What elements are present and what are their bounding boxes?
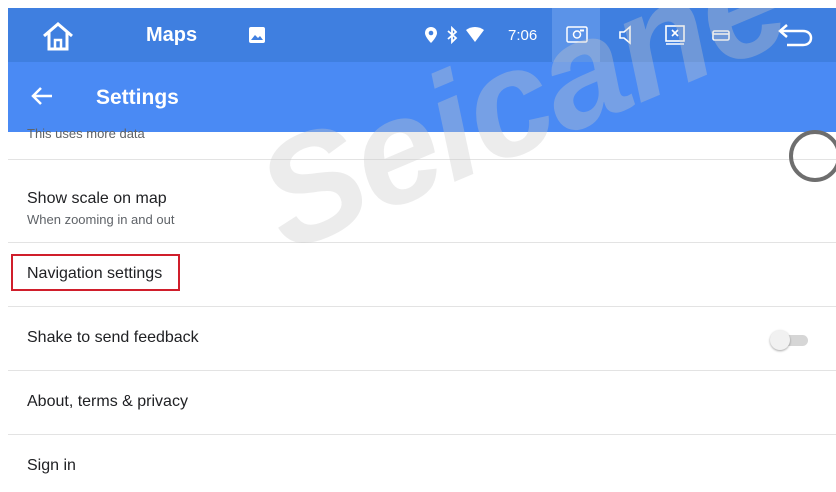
bluetooth-icon (444, 24, 460, 46)
list-item-label: Show scale on map (27, 190, 167, 207)
home-icon[interactable] (38, 18, 78, 54)
floating-assist-button[interactable] (789, 130, 836, 182)
wifi-icon (464, 26, 486, 44)
volume-icon[interactable] (616, 23, 638, 47)
location-icon (422, 25, 440, 45)
screenshot-icon[interactable] (564, 22, 590, 46)
app-bar: Settings (8, 62, 836, 132)
clock: 7:06 (508, 27, 538, 44)
list-item-label: Navigation settings (27, 265, 163, 282)
list-item-sign-in[interactable]: Sign in (8, 435, 836, 492)
list-item-label: About, terms & privacy (27, 393, 188, 410)
app-title: Maps (146, 24, 198, 46)
back-arrow-icon[interactable] (774, 20, 818, 50)
list-item-subtitle: When zooming in and out (27, 212, 175, 227)
toggle-thumb (770, 330, 790, 350)
list-item-label: Shake to send feedback (27, 329, 199, 346)
status-bar: Maps 7:06 (8, 8, 836, 62)
shake-feedback-toggle[interactable] (770, 330, 810, 350)
window-icon[interactable] (708, 25, 734, 45)
list-item-partial[interactable]: This uses more data (8, 126, 836, 160)
list-item-show-scale[interactable]: Show scale on map When zooming in and ou… (8, 160, 836, 243)
back-arrow-icon[interactable] (30, 85, 56, 109)
list-item-shake-feedback[interactable]: Shake to send feedback (8, 307, 836, 371)
screen: Maps 7:06 Settings This uses more data S… (8, 8, 836, 492)
list-item-label: Sign in (27, 457, 76, 474)
close-window-icon[interactable] (662, 22, 688, 48)
list-item-about[interactable]: About, terms & privacy (8, 371, 836, 435)
image-icon (246, 24, 268, 46)
list-item-subtitle: This uses more data (27, 126, 145, 141)
list-item-navigation-settings[interactable]: Navigation settings (8, 243, 836, 307)
page-title: Settings (96, 86, 179, 109)
